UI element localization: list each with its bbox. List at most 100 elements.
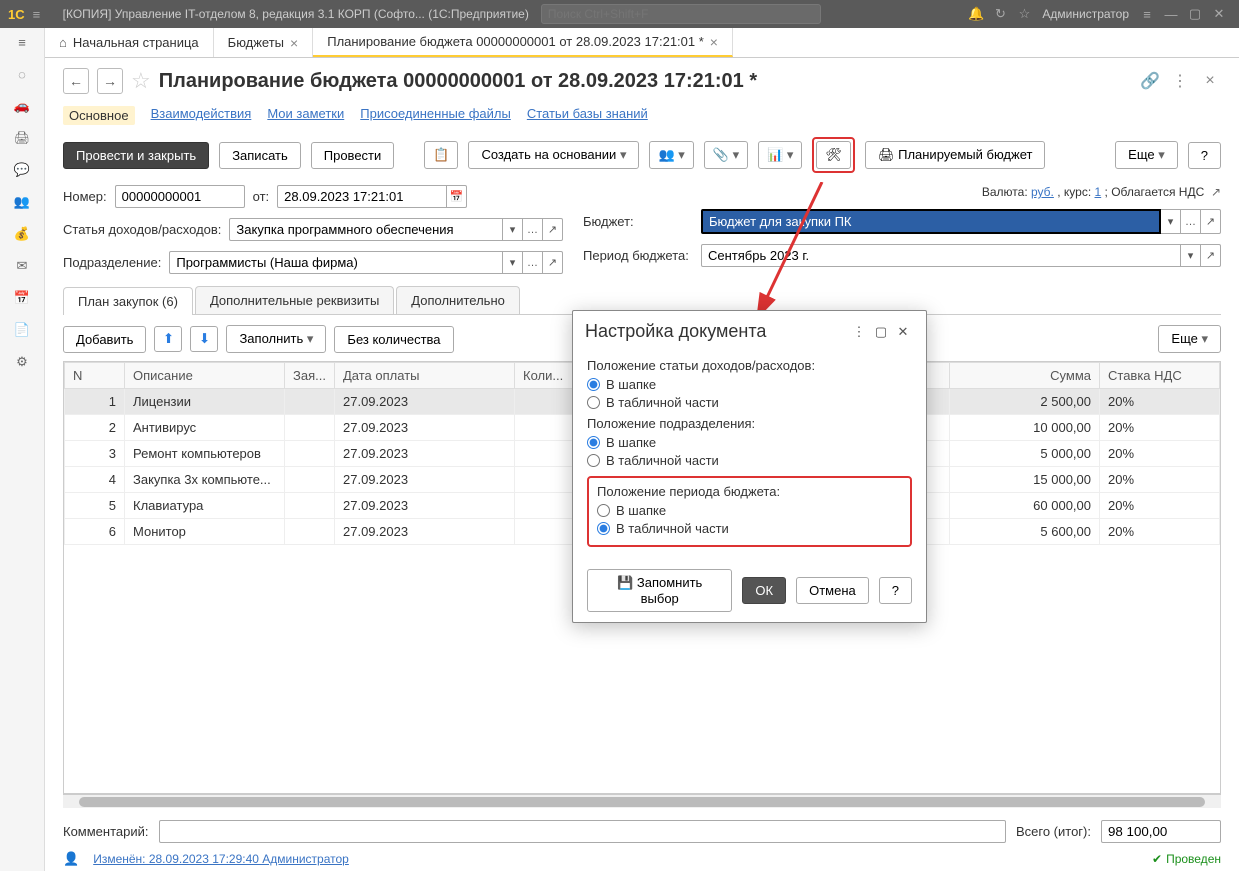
rail-dashboard-icon[interactable]: ◌ [12, 64, 32, 84]
rail-copy-icon[interactable]: 📄 [12, 320, 32, 340]
ellipsis-icon[interactable]: … [523, 218, 543, 241]
dialog-maximize-icon[interactable]: ▢ [870, 324, 892, 340]
back-button[interactable]: ← [63, 68, 89, 94]
dept-input[interactable] [169, 251, 503, 274]
sub-tab-extra[interactable]: Дополнительные реквизиты [195, 286, 394, 314]
close-icon[interactable]: × [710, 34, 718, 50]
rail-chat-icon[interactable]: 💬 [12, 160, 32, 180]
open-icon[interactable]: ↗ [1201, 244, 1221, 267]
create-based-button[interactable]: Создать на основании [468, 141, 639, 169]
remember-button[interactable]: Запомнить выбор [587, 569, 732, 612]
col-req[interactable]: Зая... [285, 363, 335, 389]
more-button[interactable]: Еще [1115, 141, 1178, 169]
rail-money-icon[interactable]: 💰 [12, 224, 32, 244]
kebab-icon[interactable]: ⋮ [1169, 71, 1191, 91]
maximize-icon[interactable]: ▢ [1183, 6, 1207, 22]
rail-car-icon[interactable]: 🚗 [12, 96, 32, 116]
section-kb[interactable]: Статьи базы знаний [527, 106, 648, 125]
bell-icon[interactable]: 🔔 [964, 6, 988, 22]
noqty-button[interactable]: Без количества [334, 326, 453, 353]
horizontal-scrollbar[interactable] [63, 794, 1221, 808]
list-more-button[interactable]: Еще [1158, 325, 1221, 353]
cancel-button[interactable]: Отмена [796, 577, 869, 604]
modified-link[interactable]: Изменён: 28.09.2023 17:29:40 Администрат… [93, 852, 349, 866]
favorite-icon[interactable]: ☆ [131, 68, 151, 94]
sub-tab-more[interactable]: Дополнительно [396, 286, 520, 314]
star-icon[interactable]: ☆ [1012, 6, 1036, 22]
open-icon[interactable]: ↗ [1201, 209, 1221, 234]
minimize-icon[interactable]: — [1159, 7, 1183, 22]
link-icon[interactable]: 🔗 [1139, 71, 1161, 91]
article-input[interactable] [229, 218, 503, 241]
rail-menu-icon[interactable]: ≡ [12, 32, 32, 52]
dialog-kebab-icon[interactable]: ⋮ [848, 324, 870, 340]
history-icon[interactable]: ↻ [988, 6, 1012, 22]
planned-budget-button[interactable]: 🖨 Планируемый бюджет [865, 141, 1046, 169]
date-input[interactable] [277, 185, 447, 208]
user-label[interactable]: Администратор [1042, 7, 1129, 21]
rail-mail-icon[interactable]: ✉ [12, 256, 32, 276]
ellipsis-icon[interactable]: … [523, 251, 543, 274]
rail-gear-icon[interactable]: ⚙ [12, 352, 32, 372]
rail-print-icon[interactable]: 🖨 [12, 128, 32, 148]
dialog-close-icon[interactable]: ✕ [892, 324, 914, 340]
move-up-button[interactable]: ⬆ [154, 326, 182, 352]
rate-link[interactable]: 1 [1095, 185, 1102, 199]
col-paydate[interactable]: Дата оплаты [335, 363, 515, 389]
g1-table-option[interactable]: В табличной части [587, 395, 912, 410]
fill-button[interactable]: Заполнить [226, 325, 326, 353]
number-input[interactable] [115, 185, 245, 208]
tab-planning[interactable]: Планирование бюджета 00000000001 от 28.0… [313, 28, 733, 57]
dropdown-icon[interactable]: ▾ [503, 218, 523, 241]
open-icon[interactable]: ↗ [543, 251, 563, 274]
dropdown-icon[interactable]: ▾ [1181, 244, 1201, 267]
users-icon-button[interactable]: 👥 [649, 141, 693, 169]
close-icon[interactable]: × [290, 35, 298, 51]
settings-icon[interactable]: ≡ [1135, 7, 1159, 22]
menu-icon[interactable]: ≡ [33, 7, 53, 22]
g3-table-option[interactable]: В табличной части [597, 521, 902, 536]
close-page-icon[interactable]: × [1199, 72, 1221, 90]
g2-header-option[interactable]: В шапке [587, 435, 912, 450]
list-icon-button[interactable]: 📋 [424, 141, 458, 169]
section-notes[interactable]: Мои заметки [267, 106, 344, 125]
g2-table-option[interactable]: В табличной части [587, 453, 912, 468]
sub-tab-plan[interactable]: План закупок (6) [63, 287, 193, 315]
attach-icon-button[interactable]: 📎 [704, 141, 748, 169]
section-main[interactable]: Основное [63, 106, 135, 125]
report-icon-button[interactable]: 📊 [758, 141, 802, 169]
ok-button[interactable]: ОК [742, 577, 786, 604]
g3-header-option[interactable]: В шапке [597, 503, 902, 518]
search-input[interactable] [541, 4, 821, 24]
g1-header-option[interactable]: В шапке [587, 377, 912, 392]
doc-settings-button[interactable]: 🛠 [816, 141, 851, 169]
ellipsis-icon[interactable]: … [1181, 209, 1201, 234]
open-icon[interactable]: ↗ [543, 218, 563, 241]
close-window-icon[interactable]: ✕ [1207, 6, 1231, 22]
commit-button[interactable]: Провести [311, 142, 395, 169]
currency-link[interactable]: руб. [1031, 185, 1054, 199]
add-button[interactable]: Добавить [63, 326, 146, 353]
move-down-button[interactable]: ⬇ [190, 326, 218, 352]
col-vat[interactable]: Ставка НДС [1100, 363, 1220, 389]
save-button[interactable]: Записать [219, 142, 301, 169]
dialog-help-button[interactable]: ? [879, 577, 912, 604]
open-icon[interactable]: ↗ [1211, 185, 1221, 199]
dropdown-icon[interactable]: ▾ [503, 251, 523, 274]
col-n[interactable]: N [65, 363, 125, 389]
rail-users-icon[interactable]: 👥 [12, 192, 32, 212]
rail-calendar-icon[interactable]: 📅 [12, 288, 32, 308]
tab-home[interactable]: ⌂ Начальная страница [45, 28, 214, 57]
tab-budgets[interactable]: Бюджеты × [214, 28, 314, 57]
col-qty[interactable]: Коли... [515, 363, 575, 389]
budget-input[interactable] [701, 209, 1161, 234]
period-input[interactable] [701, 244, 1181, 267]
help-button[interactable]: ? [1188, 142, 1221, 169]
col-sum[interactable]: Сумма [950, 363, 1100, 389]
global-search[interactable] [541, 4, 821, 24]
forward-button[interactable]: → [97, 68, 123, 94]
col-desc[interactable]: Описание [125, 363, 285, 389]
section-interactions[interactable]: Взаимодействия [151, 106, 252, 125]
section-files[interactable]: Присоединенные файлы [360, 106, 511, 125]
dropdown-icon[interactable]: ▾ [1161, 209, 1181, 234]
